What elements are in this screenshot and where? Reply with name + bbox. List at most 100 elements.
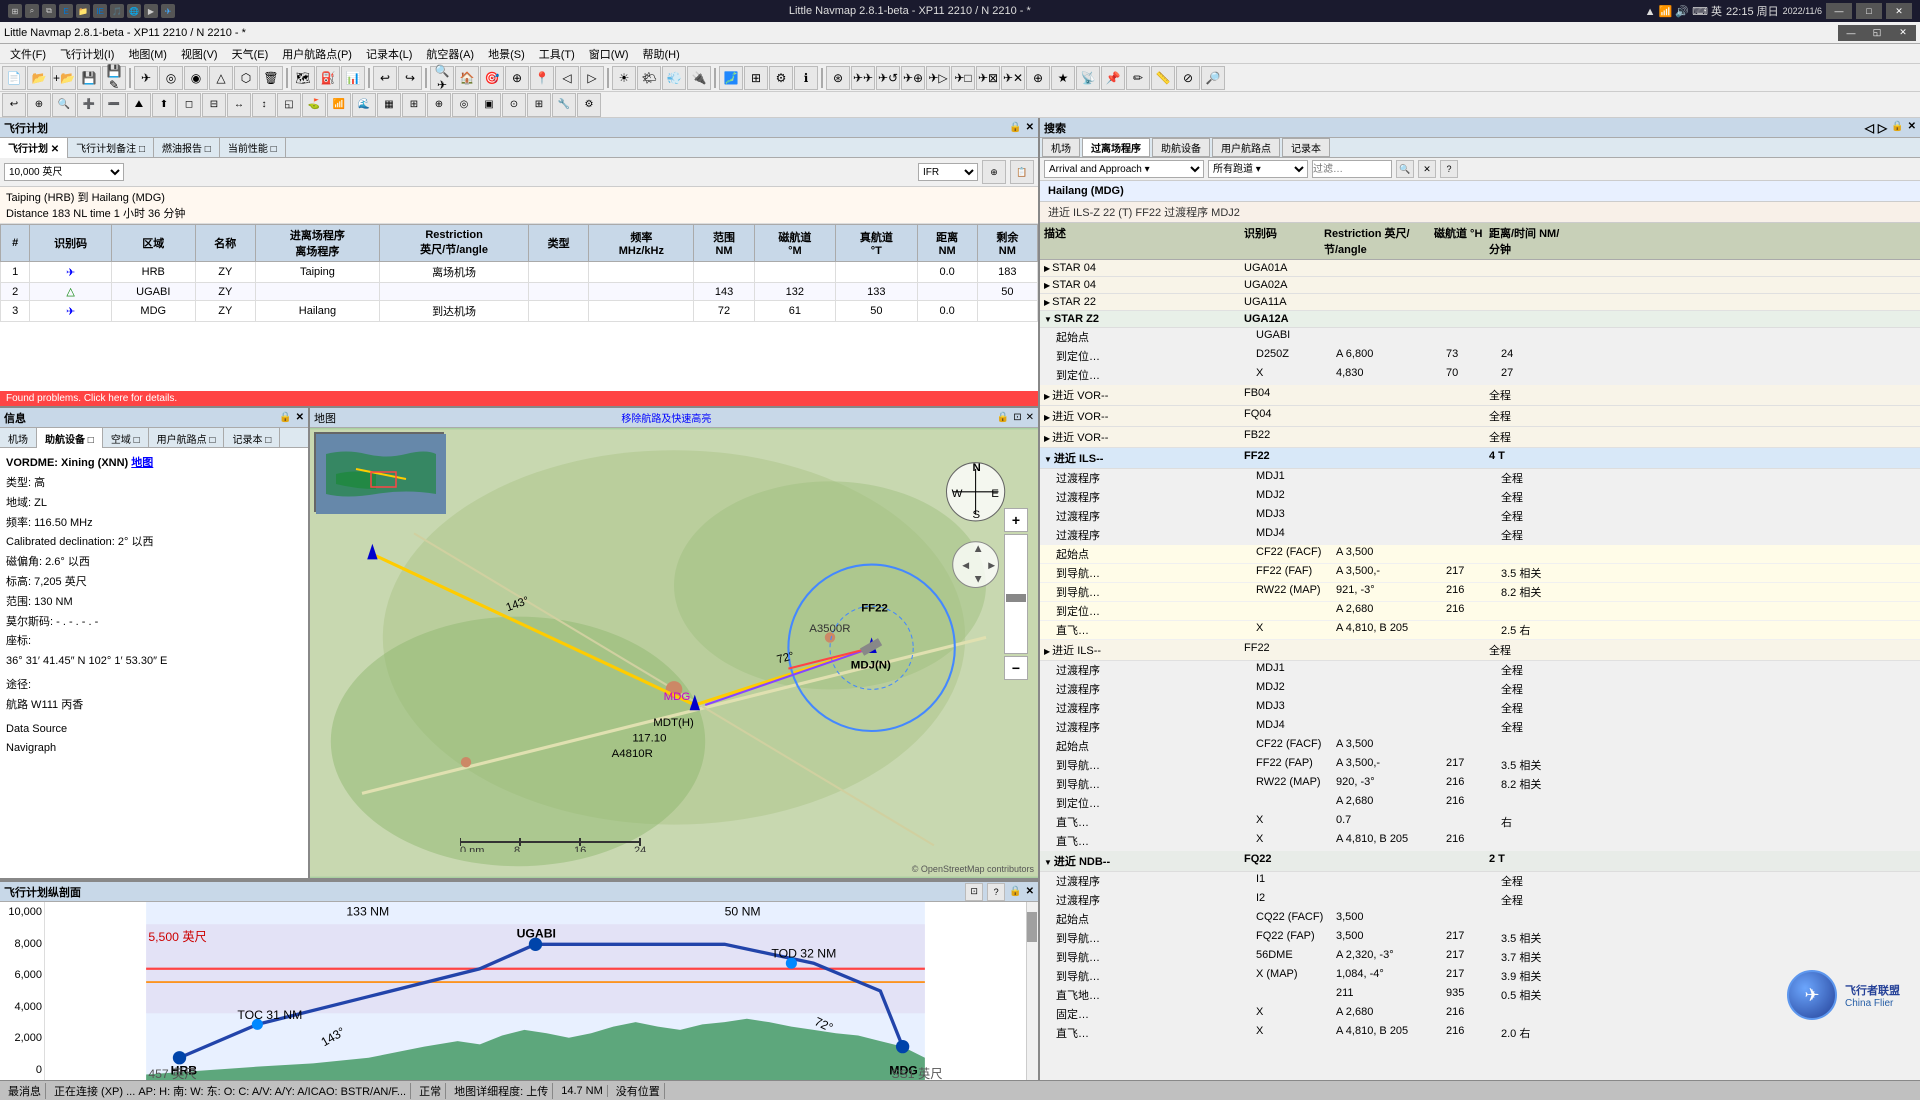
fp-close-icon[interactable]: ✕ <box>1026 122 1034 133</box>
ils1-sub8[interactable]: 到定位…A 2,680216 <box>1040 602 1920 621</box>
tb2-5[interactable]: ➖ <box>102 93 126 117</box>
tb-center-route[interactable]: ⊕ <box>505 66 529 90</box>
tb-flight16[interactable]: 🔎 <box>1201 66 1225 90</box>
tb-route[interactable]: 🗺 <box>291 66 315 90</box>
maximize-button[interactable]: □ <box>1856 3 1882 19</box>
tb-fuel[interactable]: ⛽ <box>316 66 340 90</box>
info-controls[interactable]: 🔒 ✕ <box>279 412 304 423</box>
proc-group-star22a[interactable]: ▶STAR 22 UGA11A <box>1040 294 1920 311</box>
menu-aircraft[interactable]: 航空器(A) <box>420 45 480 63</box>
close-button[interactable]: ✕ <box>1886 3 1912 19</box>
ils1-sub9[interactable]: 直飞…XA 4,810, B 2052.5 右 <box>1040 621 1920 640</box>
tb-undo[interactable]: ↩ <box>373 66 397 90</box>
tb2-17[interactable]: ⊞ <box>402 93 426 117</box>
table-row[interactable]: 1 ✈ HRB ZY Taiping 离场机场 0.0 <box>1 262 1038 283</box>
taskbar[interactable]: ⊞ ⌕ ⧉ E 📁 IE 🎵 🌐 ▶ ✈ <box>8 4 175 18</box>
map-close[interactable]: ✕ <box>1026 412 1034 423</box>
search-nav-right[interactable]: ▷ <box>1878 121 1887 135</box>
tb2-13[interactable]: ⛳ <box>302 93 326 117</box>
tb2-21[interactable]: ⊙ <box>502 93 526 117</box>
menu-logbook[interactable]: 记录本(L) <box>360 45 418 63</box>
fp-tab-fuel[interactable]: 燃油报告 □ <box>154 138 220 158</box>
tb-append[interactable]: +📂 <box>52 66 76 90</box>
ils2-sub5[interactable]: 起始点CF22 (FACF)A 3,500 <box>1040 737 1920 756</box>
tb-zoom-home[interactable]: 🏠 <box>455 66 479 90</box>
search-nav-left[interactable]: ◁ <box>1865 121 1874 135</box>
ils2-sub9[interactable]: 直飞…X0.7右 <box>1040 813 1920 832</box>
windows-icon[interactable]: ⊞ <box>8 4 22 18</box>
tb-vor[interactable]: ◎ <box>159 66 183 90</box>
fp-tb-btn1[interactable]: ⊕ <box>982 160 1006 184</box>
fp-lock-icon[interactable]: 🔒 <box>1009 122 1021 133</box>
map-controls[interactable]: 🔒 ⊡ ✕ <box>997 412 1034 423</box>
menu-help[interactable]: 帮助(H) <box>637 45 686 63</box>
tb-delete[interactable]: 🗑 <box>259 66 283 90</box>
tb2-7[interactable]: ⬆ <box>152 93 176 117</box>
tb2-6[interactable]: ⛰ <box>127 93 151 117</box>
browser-icon[interactable]: 🌐 <box>127 4 141 18</box>
info-lock[interactable]: 🔒 <box>279 412 291 423</box>
profile-close[interactable]: ✕ <box>1026 886 1034 897</box>
filter-runway-select[interactable]: 所有跑道 ▾ <box>1208 160 1308 178</box>
filter-search-button[interactable]: 🔍 <box>1396 160 1414 178</box>
tb-wind[interactable]: 💨 <box>662 66 686 90</box>
tb-flight1[interactable]: ⊛ <box>826 66 850 90</box>
ils2-sub8[interactable]: 到定位…A 2,680216 <box>1040 794 1920 813</box>
ils1-sub4[interactable]: 过渡程序MDJ4全程 <box>1040 526 1920 545</box>
profile-lock[interactable]: 🔒 <box>1009 886 1021 897</box>
ils1-sub7[interactable]: 到导航…RW22 (MAP)921, -3°2168.2 相关 <box>1040 583 1920 602</box>
tb-mark[interactable]: 📍 <box>530 66 554 90</box>
ils2-sub10[interactable]: 直飞…XA 4,810, B 205216 <box>1040 832 1920 851</box>
fp-tab-perf[interactable]: 当前性能 □ <box>220 138 286 158</box>
tb-flight6[interactable]: ✈□ <box>951 66 975 90</box>
tb2-16[interactable]: ▦ <box>377 93 401 117</box>
filter-search-input[interactable] <box>1312 160 1392 178</box>
ils2-sub4[interactable]: 过渡程序MDJ4全程 <box>1040 718 1920 737</box>
starz2-sub2[interactable]: 到定位…D250ZA 6,8007324 <box>1040 347 1920 366</box>
tb-flight11[interactable]: 📡 <box>1076 66 1100 90</box>
ndb-sub3[interactable]: 起始点CQ22 (FACF)3,500 <box>1040 910 1920 929</box>
tab-logbook[interactable]: 记录本 <box>1282 138 1330 157</box>
fp-routetype-select[interactable]: IFR <box>918 163 978 181</box>
proc-vor-fq04[interactable]: ▶进近 VOR-- FQ04全程 <box>1040 406 1920 427</box>
table-row[interactable]: 2 △ UGABI ZY 143 132 133 50 <box>1 283 1038 301</box>
tb-flight10[interactable]: ★ <box>1051 66 1075 90</box>
ils1-sub3[interactable]: 过渡程序MDJ3全程 <box>1040 507 1920 526</box>
ils1-sub6[interactable]: 到导航…FF22 (FAF)A 3,500,-2173.5 相关 <box>1040 564 1920 583</box>
proc-group-star04b[interactable]: ▶STAR 04 UGA02A <box>1040 277 1920 294</box>
navmap-icon[interactable]: ✈ <box>161 4 175 18</box>
tab-procedures[interactable]: 过离场程序 <box>1082 138 1150 157</box>
zoom-slider[interactable] <box>1004 534 1028 654</box>
taskview-icon[interactable]: ⧉ <box>42 4 56 18</box>
tb2-4[interactable]: ➕ <box>77 93 101 117</box>
tb2-9[interactable]: ⊟ <box>202 93 226 117</box>
ils2-sub7[interactable]: 到导航…RW22 (MAP)920, -3°2168.2 相关 <box>1040 775 1920 794</box>
ils2-sub6[interactable]: 到导航…FF22 (FAP)A 3,500,-2173.5 相关 <box>1040 756 1920 775</box>
error-bar[interactable]: Found problems. Click here for details. <box>0 391 1038 406</box>
edge-icon[interactable]: E <box>59 4 73 18</box>
tb-new[interactable]: 📄 <box>2 66 26 90</box>
info-tab-airspace[interactable]: 空域 □ <box>103 428 149 448</box>
ndb-sub4[interactable]: 到导航…FQ22 (FAP)3,5002173.5 相关 <box>1040 929 1920 948</box>
ndb-sub9[interactable]: 直飞…XA 4,810, B 2052162.0 右 <box>1040 1024 1920 1043</box>
tb-flight14[interactable]: 📏 <box>1151 66 1175 90</box>
starz2-sub1[interactable]: 起始点UGABI <box>1040 328 1920 347</box>
tb-airport[interactable]: ✈ <box>134 66 158 90</box>
filter-clear-button[interactable]: ✕ <box>1418 160 1436 178</box>
search-icon[interactable]: ⌕ <box>25 4 39 18</box>
proc-ils-ff22-2[interactable]: ▶进近 ILS-- FF22全程 <box>1040 640 1920 661</box>
tb-weather[interactable]: 🌤 <box>637 66 661 90</box>
tb-open[interactable]: 📂 <box>27 66 51 90</box>
tb-flight2[interactable]: ✈✈ <box>851 66 875 90</box>
tb-waypoint[interactable]: △ <box>209 66 233 90</box>
profile-btn1[interactable]: ⊡ <box>965 883 983 901</box>
proc-group-starz2[interactable]: ▼STAR Z2 UGA12A <box>1040 311 1920 328</box>
proc-group-star04a[interactable]: ▶STAR 04 UGA01A <box>1040 260 1920 277</box>
info-close[interactable]: ✕ <box>296 412 304 423</box>
ils2-sub2[interactable]: 过渡程序MDJ2全程 <box>1040 680 1920 699</box>
profile-scrollbar[interactable] <box>1026 902 1038 1080</box>
ndb-sub2[interactable]: 过渡程序I2全程 <box>1040 891 1920 910</box>
procedure-list[interactable]: ▶STAR 04 UGA01A ▶STAR 04 UGA02A ▶STAR 22… <box>1040 260 1920 1080</box>
fp-header-controls[interactable]: 🔒 ✕ <box>1009 122 1034 133</box>
menu-userpoints[interactable]: 用户航路点(P) <box>276 45 358 63</box>
